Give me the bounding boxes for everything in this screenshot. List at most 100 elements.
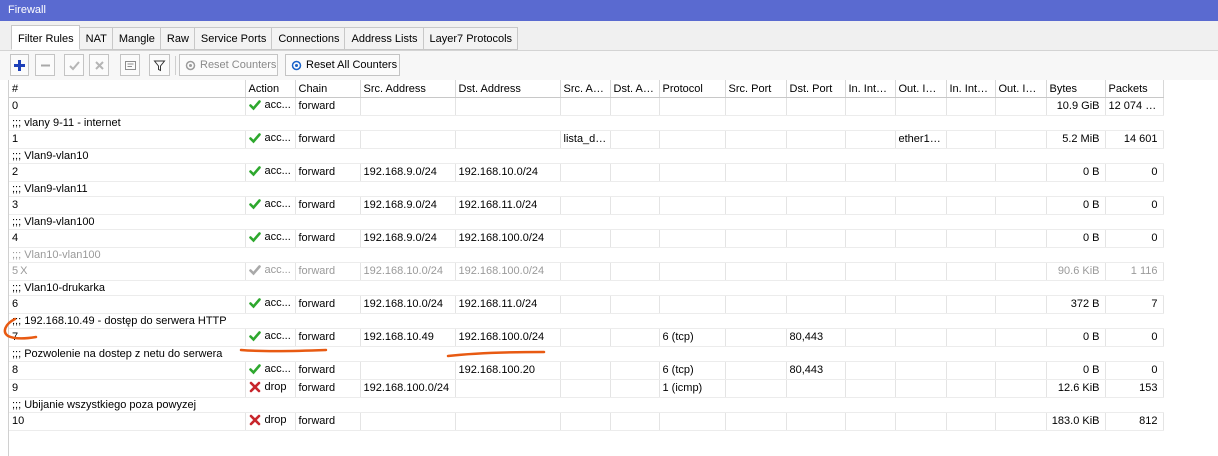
- tab-address-lists[interactable]: Address Lists: [345, 27, 424, 50]
- column-header-dst-ad[interactable]: Dst. Ad...: [610, 80, 660, 98]
- tab-service-ports[interactable]: Service Ports: [194, 27, 273, 50]
- filter-button[interactable]: [149, 54, 170, 76]
- column-header-src-port[interactable]: Src. Port: [725, 80, 787, 98]
- comment-button[interactable]: [120, 54, 140, 76]
- in-interface-list-cell: [946, 130, 996, 149]
- out-interface-list-cell: [995, 412, 1047, 431]
- cross-icon: [249, 381, 260, 392]
- column-header-out-int[interactable]: Out. Int...: [895, 80, 947, 98]
- src-address-cell: 192.168.9.0/24: [360, 163, 456, 182]
- table-row[interactable]: 4 acc... forward 192.168.9.0/24 192.168.100.…: [9, 229, 1164, 248]
- column-header-src-ad[interactable]: Src. Ad...: [560, 80, 611, 98]
- action-label: acc...: [264, 263, 291, 276]
- src-port-cell: [725, 163, 787, 182]
- window-title: Firewall: [0, 0, 1218, 21]
- comment-row[interactable]: ;;; 192.168.10.49 - dostęp do serwera HT…: [9, 313, 1163, 329]
- action-value: acc...: [248, 164, 291, 178]
- in-interface-list-cell: [946, 163, 996, 182]
- out-interface-cell: [895, 412, 947, 431]
- comment-row[interactable]: ;;; Vlan10-drukarka: [9, 280, 1163, 296]
- tab-filter-rules[interactable]: Filter Rules: [11, 25, 80, 50]
- table-header: # Action Chain Src. Address Dst. Address Src.…: [9, 80, 1164, 98]
- column-header-dst-address[interactable]: Dst. Address: [455, 80, 561, 98]
- out-interface-list-cell: [995, 163, 1047, 182]
- tab-mangle[interactable]: Mangle: [112, 27, 161, 50]
- dst-port-cell: [786, 295, 846, 314]
- dst-address-cell: 192.168.100.0/24: [455, 328, 561, 347]
- remove-button[interactable]: [35, 54, 55, 76]
- out-interface-cell: [895, 379, 947, 398]
- table-row[interactable]: 2 acc... forward 192.168.9.0/24 192.168.10.0…: [9, 163, 1164, 182]
- table-row[interactable]: 6 acc... forward 192.168.10.0/24 192.168.11.…: [9, 295, 1164, 314]
- column-header-src-address[interactable]: Src. Address: [360, 80, 456, 98]
- tab-connections[interactable]: Connections: [272, 27, 346, 50]
- rule-number: 7: [12, 331, 19, 343]
- add-button[interactable]: [10, 54, 29, 76]
- note-icon: [124, 60, 136, 70]
- src-address-cell: [360, 412, 456, 431]
- reset-counters-button[interactable]: Reset Counters: [179, 54, 278, 76]
- src-address-cell: 192.168.10.49: [360, 328, 456, 347]
- action-value: acc...: [248, 296, 291, 310]
- column-header-protocol[interactable]: Protocol: [659, 80, 726, 98]
- src-address-list-cell: [560, 262, 611, 281]
- rule-comment: ;;; Vlan9-vlan100: [9, 214, 1163, 230]
- protocol-cell: [659, 229, 726, 248]
- dst-address-list-cell: [610, 196, 660, 215]
- rule-number: 0: [12, 100, 19, 112]
- comment-row[interactable]: ;;; Ubijanie wszystkiego poza powyzej: [9, 397, 1163, 413]
- rule-number: 2: [12, 166, 19, 178]
- table-row[interactable]: 8 acc... forward 192.168.100.20 6 (tcp) 80,44…: [9, 361, 1164, 380]
- table-row[interactable]: 5 Xacc... forward 192.168.10.0/24 192.168.10…: [9, 262, 1164, 281]
- column-header-in-inter[interactable]: In. Inter...: [946, 80, 996, 98]
- comment-row[interactable]: ;;; Vlan10-vlan100: [9, 247, 1163, 263]
- chain-cell: forward: [295, 379, 361, 398]
- comment-row[interactable]: ;;; vlany 9-11 - internet: [9, 115, 1163, 131]
- enable-button[interactable]: [64, 54, 84, 76]
- dst-address-list-cell: [610, 229, 660, 248]
- in-interface-list-cell: [946, 328, 996, 347]
- comment-row[interactable]: ;;; Pozwolenie na dostep z netu do serwe…: [9, 346, 1163, 362]
- column-header-packets[interactable]: Packets: [1105, 80, 1164, 98]
- action-value: drop: [249, 413, 287, 427]
- table-row[interactable]: 10 drop forward 183.0 KiB 812: [9, 412, 1164, 431]
- column-header-in-inter[interactable]: In. Inter...: [845, 80, 896, 98]
- in-interface-cell: [845, 130, 896, 149]
- table-row[interactable]: 1 acc... forward lista_do... ether1-... 5.2 M…: [9, 130, 1164, 149]
- comment-row[interactable]: ;;; Vlan9-vlan100: [9, 214, 1163, 230]
- rule-comment: ;;; Vlan10-vlan100: [9, 247, 1163, 263]
- check-icon: [248, 165, 261, 176]
- action-value: acc...: [248, 197, 291, 211]
- column-header-out-int[interactable]: Out. Int...: [995, 80, 1047, 98]
- action-value: acc...: [248, 98, 291, 112]
- table-row[interactable]: 7 acc... forward 192.168.10.49 192.168.100.0…: [9, 328, 1164, 347]
- check-icon: [248, 132, 262, 144]
- column-header-dst-port[interactable]: Dst. Port: [786, 80, 846, 98]
- column-header-number[interactable]: #: [9, 80, 246, 98]
- comment-row[interactable]: ;;; Vlan9-vlan10: [9, 148, 1163, 164]
- protocol-cell: [659, 163, 726, 182]
- column-header-chain[interactable]: Chain: [295, 80, 361, 98]
- reset-all-counters-button[interactable]: Reset All Counters: [285, 54, 400, 76]
- tab-raw[interactable]: Raw: [160, 27, 195, 50]
- tab-layer7-protocols[interactable]: Layer7 Protocols: [423, 27, 519, 50]
- column-header-action[interactable]: Action: [245, 80, 296, 98]
- src-address-cell: 192.168.9.0/24: [360, 196, 456, 215]
- table-row[interactable]: 9 drop forward 192.168.100.0/24 1 (icmp) 12.6…: [9, 379, 1164, 398]
- rule-number-cell: 8: [9, 361, 246, 380]
- comment-row[interactable]: ;;; Vlan9-vlan11: [9, 181, 1163, 197]
- check-icon: [248, 297, 261, 308]
- table-row[interactable]: 3 acc... forward 192.168.9.0/24 192.168.11.0…: [9, 196, 1164, 215]
- column-header-bytes[interactable]: Bytes: [1046, 80, 1106, 98]
- out-interface-list-cell: [995, 97, 1047, 116]
- action-label: acc...: [264, 131, 291, 144]
- protocol-cell: [659, 412, 726, 431]
- tab-nat[interactable]: NAT: [79, 27, 113, 50]
- in-interface-cell: [845, 328, 896, 347]
- packets-cell: 12 074 700: [1105, 97, 1164, 116]
- filter-rules-table: # Action Chain Src. Address Dst. Address Src.…: [9, 80, 1164, 431]
- action-label: acc...: [264, 362, 291, 375]
- disable-button[interactable]: [89, 54, 109, 76]
- check-icon: [248, 99, 261, 110]
- table-row[interactable]: 0 acc... forward 10.9 GiB 12 074 700: [9, 97, 1164, 116]
